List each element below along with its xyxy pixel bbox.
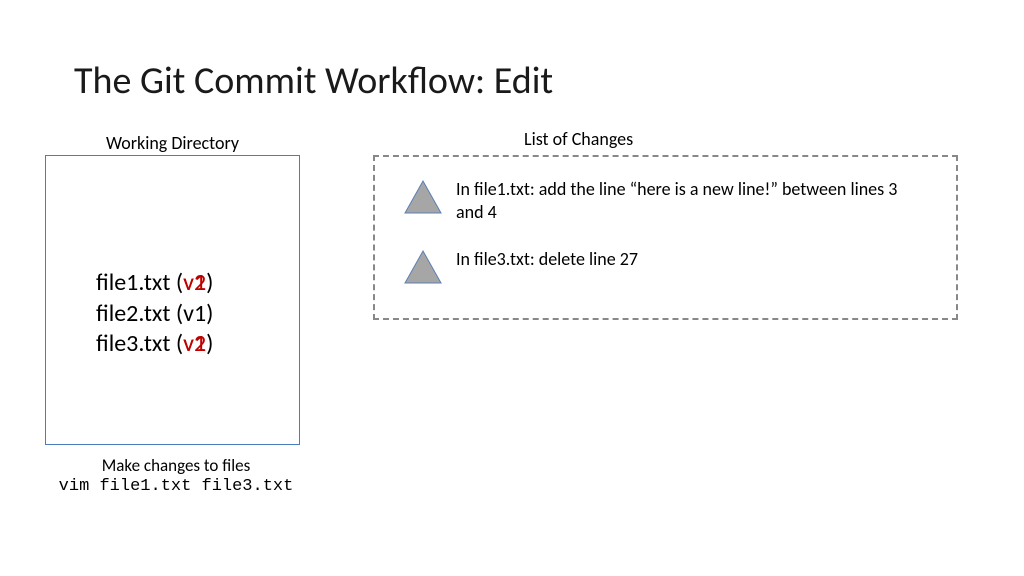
triangle-icon	[404, 180, 442, 213]
file-name: file2.txt	[96, 299, 170, 328]
working-directory-caption: Make changes to files	[86, 455, 266, 476]
working-directory-label: Working Directory	[106, 132, 239, 154]
file-name: file1.txt	[96, 268, 170, 297]
slide: The Git Commit Workflow: Edit Working Di…	[0, 0, 1024, 576]
change-item: In file3.txt: delete line 27	[404, 248, 944, 283]
working-directory-command: vim file1.txt file3.txt	[46, 477, 306, 496]
changes-label: List of Changes	[524, 128, 633, 150]
file-version: v1v2	[183, 329, 206, 360]
change-item: In file1.txt: add the line “here is a ne…	[404, 178, 944, 223]
file-list: file1.txt (v1v2) file2.txt (v1) file3.tx…	[96, 268, 213, 360]
slide-title: The Git Commit Workflow: Edit	[74, 58, 553, 104]
file-row: file3.txt (v1v2)	[96, 329, 213, 360]
change-text: In file1.txt: add the line “here is a ne…	[456, 178, 926, 223]
file-row: file1.txt (v1v2)	[96, 268, 213, 299]
triangle-icon	[404, 250, 442, 283]
file-version: v1	[183, 299, 206, 328]
file-row: file2.txt (v1)	[96, 299, 213, 330]
change-text: In file3.txt: delete line 27	[456, 248, 638, 271]
file-version: v1v2	[183, 268, 206, 299]
file-name: file3.txt	[96, 329, 170, 358]
